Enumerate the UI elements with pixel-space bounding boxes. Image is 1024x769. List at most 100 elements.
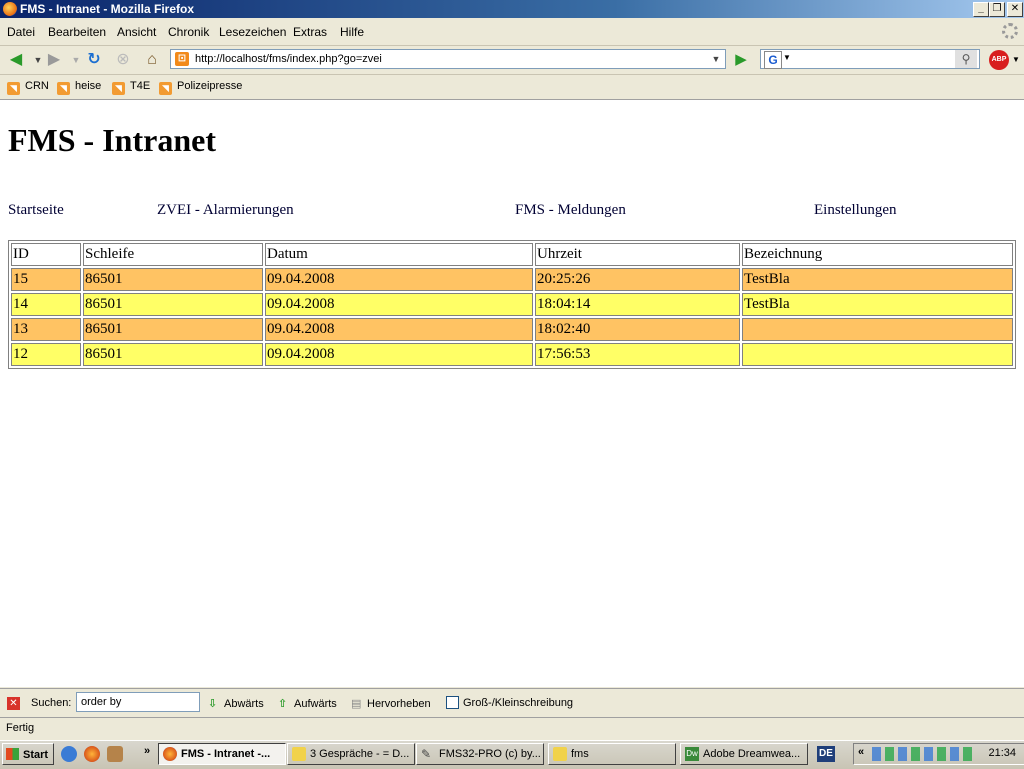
- rss-feed-icon: ◥: [159, 82, 172, 95]
- folder-icon: [292, 747, 306, 761]
- nav-link-einstellungen[interactable]: Einstellungen: [814, 202, 897, 219]
- engine-dropdown-icon[interactable]: ▼: [783, 53, 791, 62]
- column-header-uhrzeit: Uhrzeit: [535, 243, 740, 266]
- internet-explorer-icon[interactable]: [61, 746, 77, 762]
- stop-icon[interactable]: ⊗: [113, 50, 133, 70]
- menu-datei[interactable]: Datei: [7, 25, 35, 39]
- firefox-icon: [163, 747, 177, 761]
- go-icon[interactable]: ▶: [731, 50, 751, 70]
- throbber-icon: [1002, 23, 1018, 39]
- bookmark-crn[interactable]: ◥ CRN: [7, 80, 49, 95]
- adblock-dropdown-icon[interactable]: ▼: [1012, 55, 1020, 64]
- tray-expand-icon[interactable]: «: [858, 746, 864, 758]
- navigation-toolbar: ◀ ▼ ▶ ▼ ↻ ⊗ ⌂ ⊡ ▼ ▶ G ▼ ⚲ ABP ▼: [0, 46, 1024, 75]
- folder-icon: [553, 747, 567, 761]
- start-button[interactable]: Start: [2, 743, 54, 765]
- highlight-button[interactable]: ▤ Hervorheben: [351, 697, 431, 710]
- taskbar-task-chat[interactable]: 3 Gespräche - = D...: [287, 743, 415, 765]
- bookmark-heise[interactable]: ◥ heise: [57, 80, 101, 95]
- window-title-bar: FMS - Intranet - Mozilla Firefox _ ❐ ✕: [0, 0, 1024, 18]
- google-engine-icon[interactable]: G: [764, 51, 782, 69]
- column-header-datum: Datum: [265, 243, 533, 266]
- arrow-down-icon: ⇩: [208, 698, 218, 710]
- close-findbar-icon[interactable]: ✕: [7, 697, 20, 710]
- restore-button[interactable]: ❐: [989, 2, 1005, 17]
- menu-hilfe[interactable]: Hilfe: [340, 25, 364, 39]
- url-dropdown-icon[interactable]: ▼: [709, 50, 723, 68]
- taskbar-task-firefox[interactable]: FMS - Intranet -...: [158, 743, 286, 765]
- cell-schleife: 86501: [83, 343, 263, 366]
- taskbar-task-fms32pro[interactable]: ✎ FMS32-PRO (c) by...: [416, 743, 544, 765]
- find-input[interactable]: [76, 692, 200, 712]
- windows-logo-icon: [6, 748, 19, 760]
- cell-id: 12: [11, 343, 81, 366]
- menu-ansicht[interactable]: Ansicht: [117, 25, 156, 39]
- status-text: Fertig: [6, 722, 35, 734]
- cell-bezeichnung: TestBla: [742, 268, 1013, 291]
- page-content: FMS - Intranet Startseite ZVEI - Alarmie…: [0, 100, 1024, 687]
- pen-icon: ✎: [421, 747, 432, 761]
- cell-bezeichnung: [742, 343, 1013, 366]
- cell-datum: 09.04.2008: [265, 343, 533, 366]
- find-next-button[interactable]: ⇩ Abwärts: [208, 697, 264, 710]
- table-row: 15 86501 09.04.2008 20:25:26 TestBla: [11, 268, 1013, 291]
- quicklaunch-app-icon[interactable]: [107, 746, 123, 762]
- forward-icon[interactable]: ▶: [44, 50, 64, 70]
- cell-datum: 09.04.2008: [265, 293, 533, 316]
- search-icon[interactable]: ⚲: [955, 50, 977, 68]
- find-bar: ✕ Suchen: ⇩Abwärts ⇧Aufwärts ▤Hervorhebe…: [0, 688, 1024, 717]
- cell-schleife: 86501: [83, 268, 263, 291]
- menu-lesezeichen[interactable]: Lesezeichen: [219, 25, 286, 39]
- nav-link-startseite[interactable]: Startseite: [8, 202, 64, 219]
- nav-link-fms-meldungen[interactable]: FMS - Meldungen: [515, 202, 626, 219]
- cell-uhrzeit: 18:04:14: [535, 293, 740, 316]
- find-label: Suchen:: [31, 697, 72, 709]
- close-button[interactable]: ✕: [1007, 2, 1023, 17]
- reload-icon[interactable]: ↻: [84, 50, 104, 70]
- address-bar[interactable]: ⊡ ▼: [170, 49, 726, 69]
- menu-bar: Datei Bearbeiten Ansicht Chronik Lesezei…: [0, 18, 1024, 46]
- table-row: 12 86501 09.04.2008 17:56:53: [11, 343, 1013, 366]
- match-case-label: Groß-/Kleinschreibung: [463, 697, 574, 709]
- taskbar-task-fms-folder[interactable]: fms: [548, 743, 676, 765]
- url-input[interactable]: [195, 51, 705, 67]
- home-icon[interactable]: ⌂: [142, 50, 162, 70]
- bookmark-t4e[interactable]: ◥ T4E: [112, 80, 150, 95]
- taskbar-task-dreamweaver[interactable]: Dw Adobe Dreamwea...: [680, 743, 808, 765]
- clock: 21:34: [988, 747, 1016, 759]
- match-case-checkbox[interactable]: [446, 696, 459, 709]
- firefox-quicklaunch-icon[interactable]: [84, 746, 100, 762]
- cell-uhrzeit: 18:02:40: [535, 318, 740, 341]
- menu-chronik[interactable]: Chronik: [168, 25, 209, 39]
- menu-extras[interactable]: Extras: [293, 25, 327, 39]
- nav-link-zvei-alarmierungen[interactable]: ZVEI - Alarmierungen: [157, 202, 294, 219]
- cell-datum: 09.04.2008: [265, 268, 533, 291]
- minimize-button[interactable]: _: [973, 2, 989, 17]
- cell-schleife: 86501: [83, 293, 263, 316]
- table-row: 13 86501 09.04.2008 18:02:40: [11, 318, 1013, 341]
- tray-icons[interactable]: [872, 747, 972, 761]
- menu-bearbeiten[interactable]: Bearbeiten: [48, 25, 106, 39]
- cell-bezeichnung: [742, 318, 1013, 341]
- search-bar[interactable]: G ▼ ⚲: [760, 49, 980, 69]
- cell-id: 13: [11, 318, 81, 341]
- forward-history-dropdown-icon[interactable]: ▼: [66, 50, 86, 70]
- table-header-row: ID Schleife Datum Uhrzeit Bezeichnung: [11, 243, 1013, 266]
- rss-feed-icon: ◥: [57, 82, 70, 95]
- bookmarks-toolbar: ◥ CRN ◥ heise ◥ T4E ◥ Polizeipresse: [0, 75, 1024, 100]
- back-icon[interactable]: ◀: [6, 50, 26, 70]
- cell-id: 15: [11, 268, 81, 291]
- windows-taskbar: Start » FMS - Intranet -... 3 Gespräche …: [0, 740, 1024, 769]
- adblock-plus-icon[interactable]: ABP: [989, 50, 1009, 70]
- status-bar: Fertig: [0, 717, 1024, 740]
- bookmark-polizeipresse[interactable]: ◥ Polizeipresse: [159, 80, 242, 95]
- language-indicator[interactable]: DE: [817, 746, 835, 762]
- find-previous-button[interactable]: ⇧ Aufwärts: [278, 697, 337, 710]
- column-header-bezeichnung: Bezeichnung: [742, 243, 1013, 266]
- rss-feed-icon: ◥: [7, 82, 20, 95]
- cell-datum: 09.04.2008: [265, 318, 533, 341]
- quicklaunch-expand-icon[interactable]: »: [144, 745, 150, 757]
- system-tray: « 21:34: [853, 743, 1024, 765]
- search-input[interactable]: [793, 51, 943, 67]
- firefox-icon: [3, 2, 17, 16]
